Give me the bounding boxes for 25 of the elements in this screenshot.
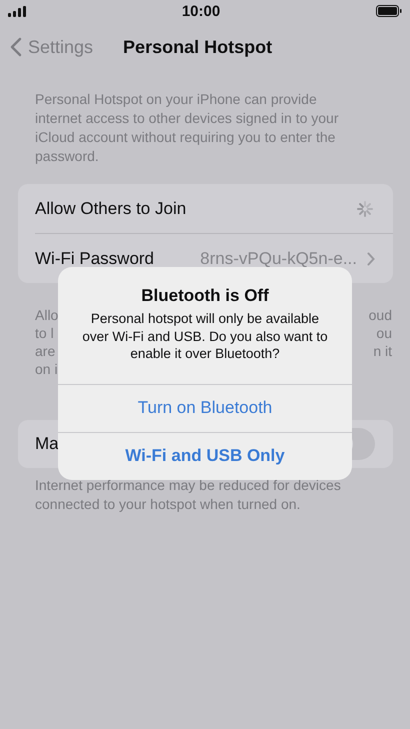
chevron-right-icon [367, 252, 375, 266]
signal-icon [8, 6, 26, 16]
settings-row[interactable]: Allow Others to Join [18, 184, 393, 233]
alert-message: Personal hotspot will only be available over Wi-Fi and USB. Do you also want to enable it over Bluetooth? [81, 310, 329, 362]
alert-title: Bluetooth is Off [141, 286, 269, 306]
status-time: 10:00 [182, 2, 220, 20]
footer-text: n it [373, 342, 392, 360]
row-label: Allow Others to Join [35, 198, 188, 218]
password-value: 8rns-vPQu-kQ5n-e... [200, 248, 357, 268]
row-label: Wi-Fi Password [35, 248, 156, 268]
row-label: Ma [35, 434, 60, 454]
loading-spinner-icon [355, 198, 375, 218]
footer-text: ou [376, 324, 392, 342]
chevron-left-icon [10, 37, 22, 57]
footer-text: are [35, 342, 56, 360]
footer-text: to l [35, 324, 54, 342]
back-button[interactable]: Settings [0, 36, 94, 58]
page-title: Personal Hotspot [123, 36, 272, 58]
battery-icon [376, 5, 402, 17]
alert-button[interactable]: Wi-Fi and USB Only [58, 432, 352, 480]
intro-text: Personal Hotspot on your iPhone can provide internet access to other devices signed in to your iCloud account without requiring you to enter the password. [35, 90, 340, 166]
footer-text: Allo [35, 306, 58, 324]
footer-text: on i [35, 360, 58, 378]
alert-button[interactable]: Turn on Bluetooth [58, 384, 352, 432]
footer-text: oud [368, 306, 392, 324]
